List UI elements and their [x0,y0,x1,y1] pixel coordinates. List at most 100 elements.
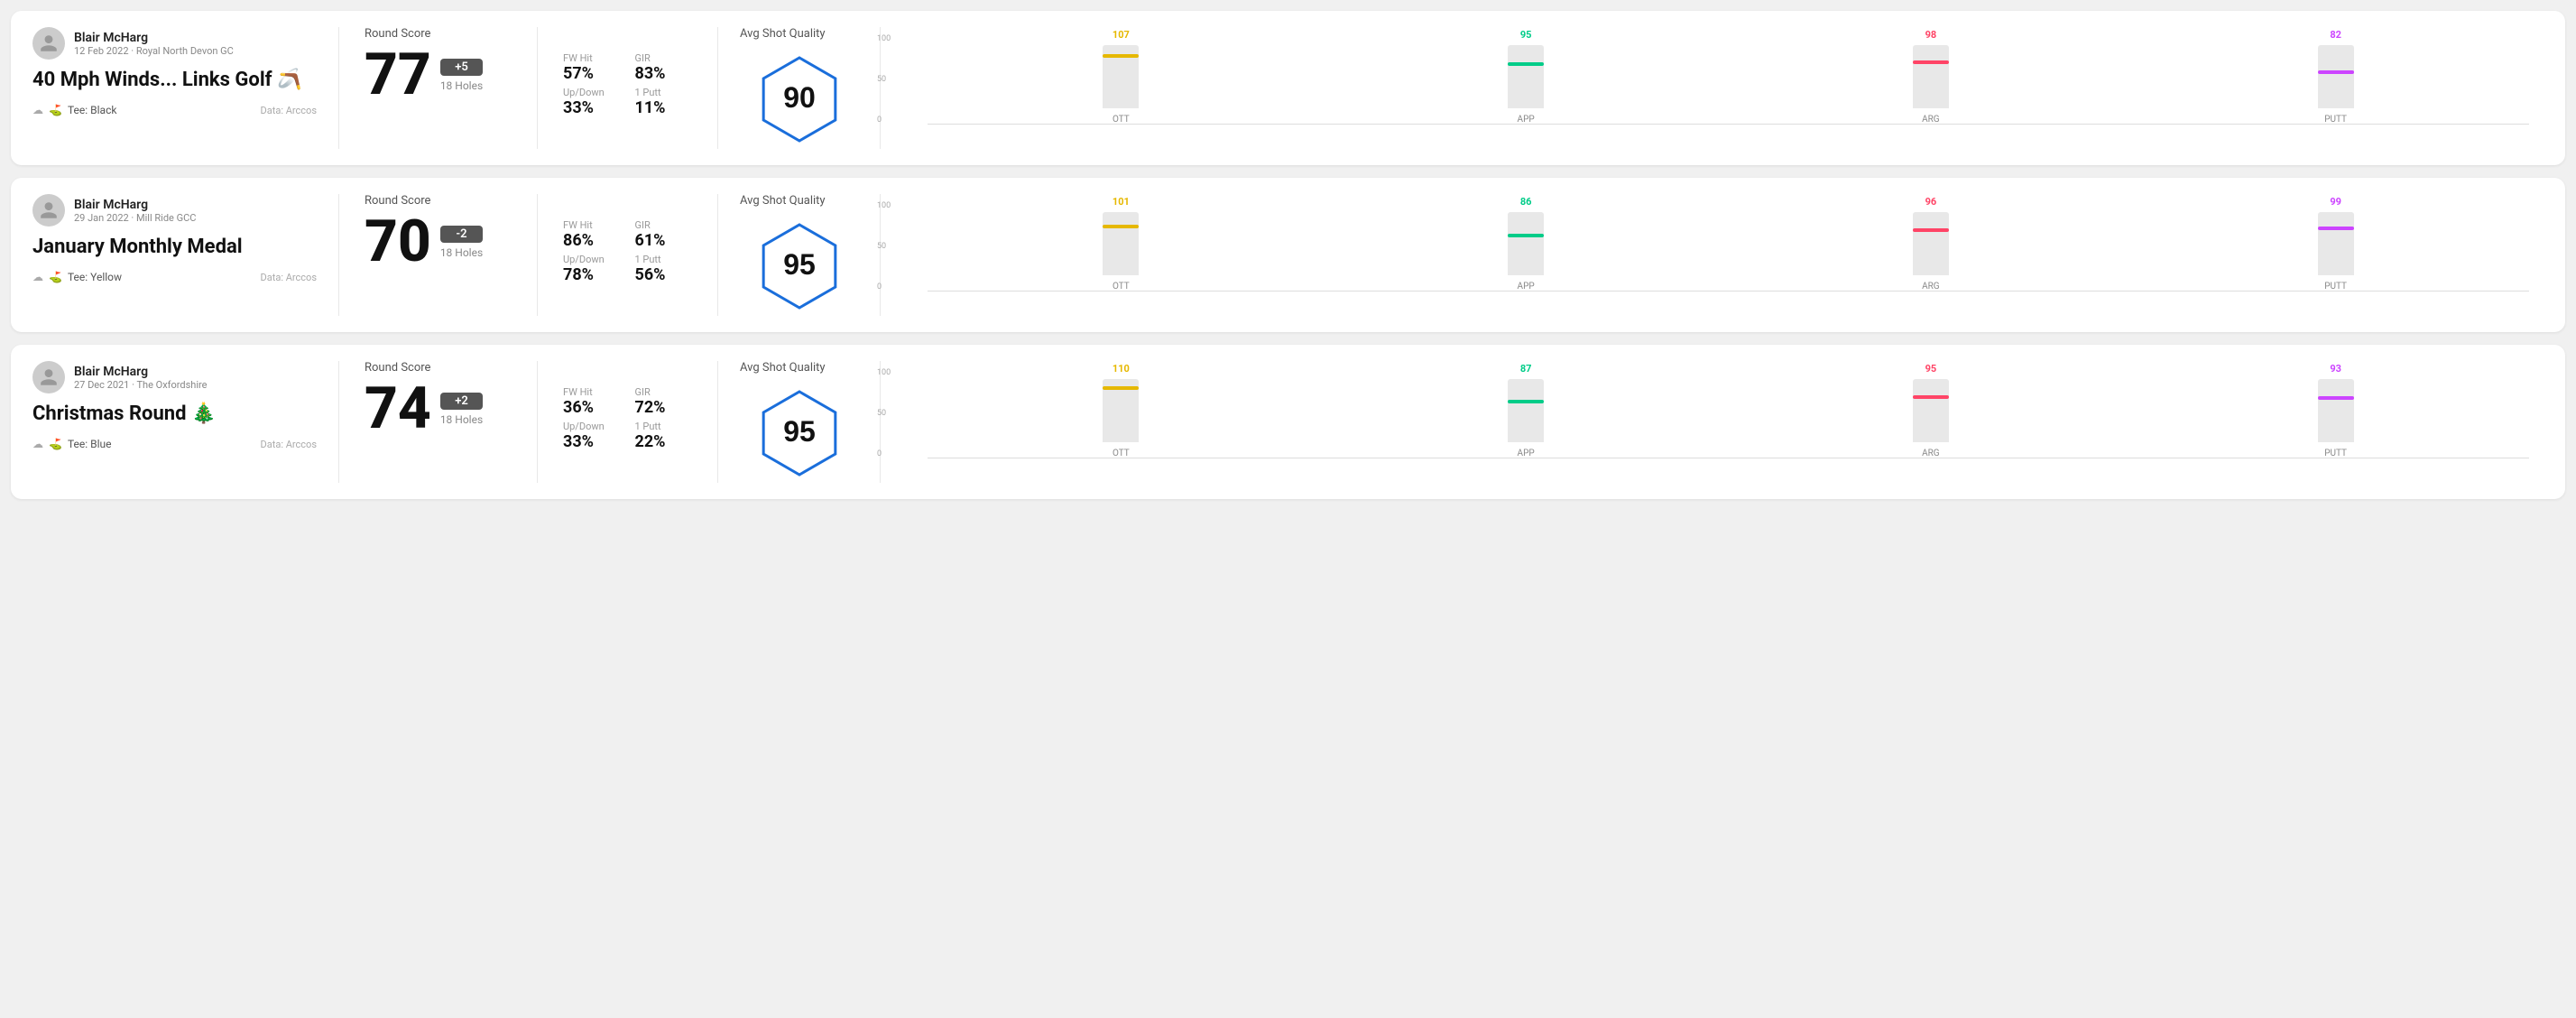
stat-gir-value: 72% [635,398,693,417]
tee-label: Tee: Blue [68,438,112,450]
bar-col-app: 86APP [1333,196,1720,292]
bar-col-app: 87APP [1333,363,1720,458]
stat-gir-label: GIR [635,52,693,64]
score-badge: +5 [440,59,483,76]
stats-section: FW Hit57% GIR83% Up/Down33% 1 Putt11% [538,27,718,149]
user-name: Blair McHarg [74,31,234,45]
avatar [32,194,65,227]
chart-section: 100500110OTT87APP95ARG93PUTT [881,361,2544,483]
round-score-section: Round Score74+218 Holes [339,361,538,483]
stat-oneputt: 1 Putt56% [635,254,693,284]
card-left-section: Blair McHarg27 Dec 2021 · The Oxfordshir… [32,361,339,483]
hexagon-quality: 95 [754,384,845,483]
stat-gir: GIR83% [635,52,693,83]
big-score: 70 [365,213,431,271]
bar-col-putt: 82PUTT [2142,29,2529,125]
round-score-label: Round Score [365,194,512,208]
chart-section: 100500101OTT86APP96ARG99PUTT [881,194,2544,316]
stat-updown: Up/Down33% [563,87,621,117]
stat-updown: Up/Down33% [563,421,621,451]
quality-section: Avg Shot Quality 95 [718,194,881,316]
bag-icon: ⛳ [49,438,62,450]
quality-section: Avg Shot Quality 95 [718,361,881,483]
stat-gir: GIR61% [635,219,693,250]
quality-label: Avg Shot Quality [740,361,826,375]
user-date: 12 Feb 2022 · Royal North Devon GC [74,45,234,57]
stat-fw-hit: FW Hit36% [563,386,621,417]
card-left-section: Blair McHarg12 Feb 2022 · Royal North De… [32,27,339,149]
stat-fw-hit-value: 86% [563,231,621,250]
card-left-section: Blair McHarg29 Jan 2022 · Mill Ride GCC J… [32,194,339,316]
stat-oneputt-value: 56% [635,265,693,284]
stat-fw-hit-value: 36% [563,398,621,417]
round-title: January Monthly Medal [32,236,317,258]
holes-label: 18 Holes [440,413,483,426]
round-score-label: Round Score [365,27,512,41]
hexagon-quality: 95 [754,217,845,316]
bar-col-ott: 101OTT [928,196,1315,292]
tee-info: ☁⛳Tee: Black [32,104,116,116]
round-card-round2: Blair McHarg29 Jan 2022 · Mill Ride GCC J… [11,178,2565,332]
user-date: 27 Dec 2021 · The Oxfordshire [74,379,207,391]
stat-fw-hit: FW Hit86% [563,219,621,250]
avatar [32,361,65,393]
bar-col-putt: 93PUTT [2142,363,2529,458]
round-score-section: Round Score 70 -2 18 Holes [339,194,538,316]
stat-oneputt: 1 Putt22% [635,421,693,451]
quality-label: Avg Shot Quality [740,194,826,208]
user-date: 29 Jan 2022 · Mill Ride GCC [74,212,196,224]
bag-icon: ⛳ [49,104,62,116]
big-score: 77 [365,46,431,104]
svg-text:95: 95 [783,415,816,448]
bar-col-putt: 99PUTT [2142,196,2529,292]
score-badge: -2 [440,226,483,243]
stat-updown-label: Up/Down [563,421,621,432]
stats-section: FW Hit36% GIR72% Up/Down33% 1 Putt22% [538,361,718,483]
stat-updown-value: 78% [563,265,621,284]
stat-updown-label: Up/Down [563,254,621,265]
stat-oneputt: 1 Putt11% [635,87,693,117]
data-source: Data: Arccos [261,439,317,450]
weather-icon: ☁ [32,271,43,283]
stat-oneputt-label: 1 Putt [635,421,693,432]
bar-chart-container: 100500110OTT87APP95ARG93PUTT [902,368,2529,477]
svg-text:90: 90 [783,81,816,114]
stat-updown-value: 33% [563,98,621,117]
bar-col-app: 95APP [1333,29,1720,125]
round-score-section: Round Score77+518 Holes [339,27,538,149]
tee-info: ☁⛳Tee: Yellow [32,271,122,283]
quality-section: Avg Shot Quality90 [718,27,881,149]
bar-col-ott: 110OTT [928,363,1315,458]
tee-label: Tee: Yellow [68,271,122,283]
bar-col-arg: 95ARG [1738,363,2125,458]
avatar [32,27,65,60]
chart-section: 100500107OTT95APP98ARG82PUTT [881,27,2544,149]
stat-fw-hit: FW Hit57% [563,52,621,83]
big-score: 74 [365,380,431,438]
stat-updown: Up/Down78% [563,254,621,284]
bar-chart-container: 100500101OTT86APP96ARG99PUTT [902,201,2529,310]
score-badge: +2 [440,393,483,410]
round-card-round1: Blair McHarg12 Feb 2022 · Royal North De… [11,11,2565,165]
stat-fw-hit-value: 57% [563,64,621,83]
round-title: Christmas Round 🎄 [32,403,317,425]
bar-col-ott: 107OTT [928,29,1315,125]
holes-label: 18 Holes [440,246,483,259]
bar-col-arg: 96ARG [1738,196,2125,292]
bar-col-arg: 98ARG [1738,29,2125,125]
round-card-round3: Blair McHarg27 Dec 2021 · The Oxfordshir… [11,345,2565,499]
user-name: Blair McHarg [74,365,207,379]
bar-chart-container: 100500107OTT95APP98ARG82PUTT [902,34,2529,143]
data-source: Data: Arccos [261,272,317,283]
stat-oneputt-label: 1 Putt [635,87,693,98]
stat-gir-label: GIR [635,386,693,398]
stats-section: FW Hit86% GIR61% Up/Down78% 1 Putt56% [538,194,718,316]
weather-icon: ☁ [32,104,43,116]
hexagon-quality: 90 [754,50,845,149]
stat-oneputt-value: 11% [635,98,693,117]
stat-gir-label: GIR [635,219,693,231]
data-source: Data: Arccos [261,105,317,116]
tee-info: ☁⛳Tee: Blue [32,438,112,450]
stat-oneputt-label: 1 Putt [635,254,693,265]
user-name: Blair McHarg [74,198,196,212]
